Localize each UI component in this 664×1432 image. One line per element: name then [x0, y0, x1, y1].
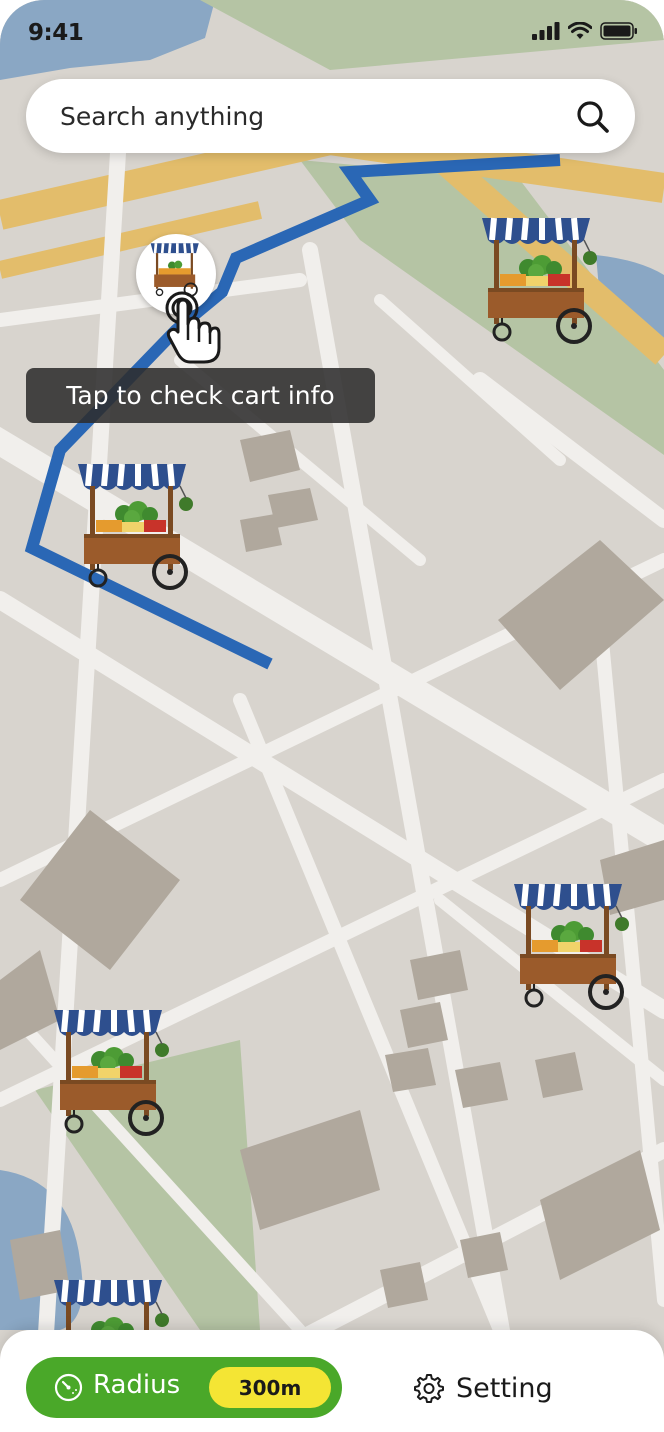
- search-input[interactable]: Search anything: [60, 102, 264, 131]
- search-icon: [577, 101, 609, 133]
- status-time: 9:41: [28, 20, 84, 46]
- tap-hand-icon: [165, 291, 221, 364]
- radius-gauge-icon: [54, 1373, 83, 1402]
- gear-icon: [414, 1374, 444, 1403]
- wifi-icon: [568, 22, 592, 39]
- cart-marker[interactable]: [76, 456, 196, 596]
- search-button[interactable]: [575, 99, 611, 135]
- cart-info-tooltip: Tap to check cart info: [26, 368, 375, 423]
- search-bar[interactable]: Search anything: [26, 79, 635, 153]
- cart-marker[interactable]: [512, 876, 632, 1016]
- app-screen: 9:41 Search anything Tap to check cart i…: [0, 0, 664, 1432]
- cart-marker[interactable]: [480, 210, 600, 350]
- status-bar: 9:41: [0, 0, 664, 64]
- cart-marker[interactable]: [52, 1002, 172, 1142]
- setting-button[interactable]: Setting: [414, 1370, 553, 1406]
- radius-value[interactable]: 300m: [209, 1367, 331, 1408]
- battery-icon: [600, 22, 637, 40]
- status-icons: [532, 20, 638, 42]
- radius-button[interactable]: Radius 300m: [26, 1357, 342, 1418]
- radius-label: Radius: [93, 1370, 181, 1400]
- setting-label: Setting: [456, 1372, 553, 1404]
- cellular-signal-icon: [532, 22, 560, 40]
- bottom-bar: Radius 300m Setting: [0, 1330, 664, 1432]
